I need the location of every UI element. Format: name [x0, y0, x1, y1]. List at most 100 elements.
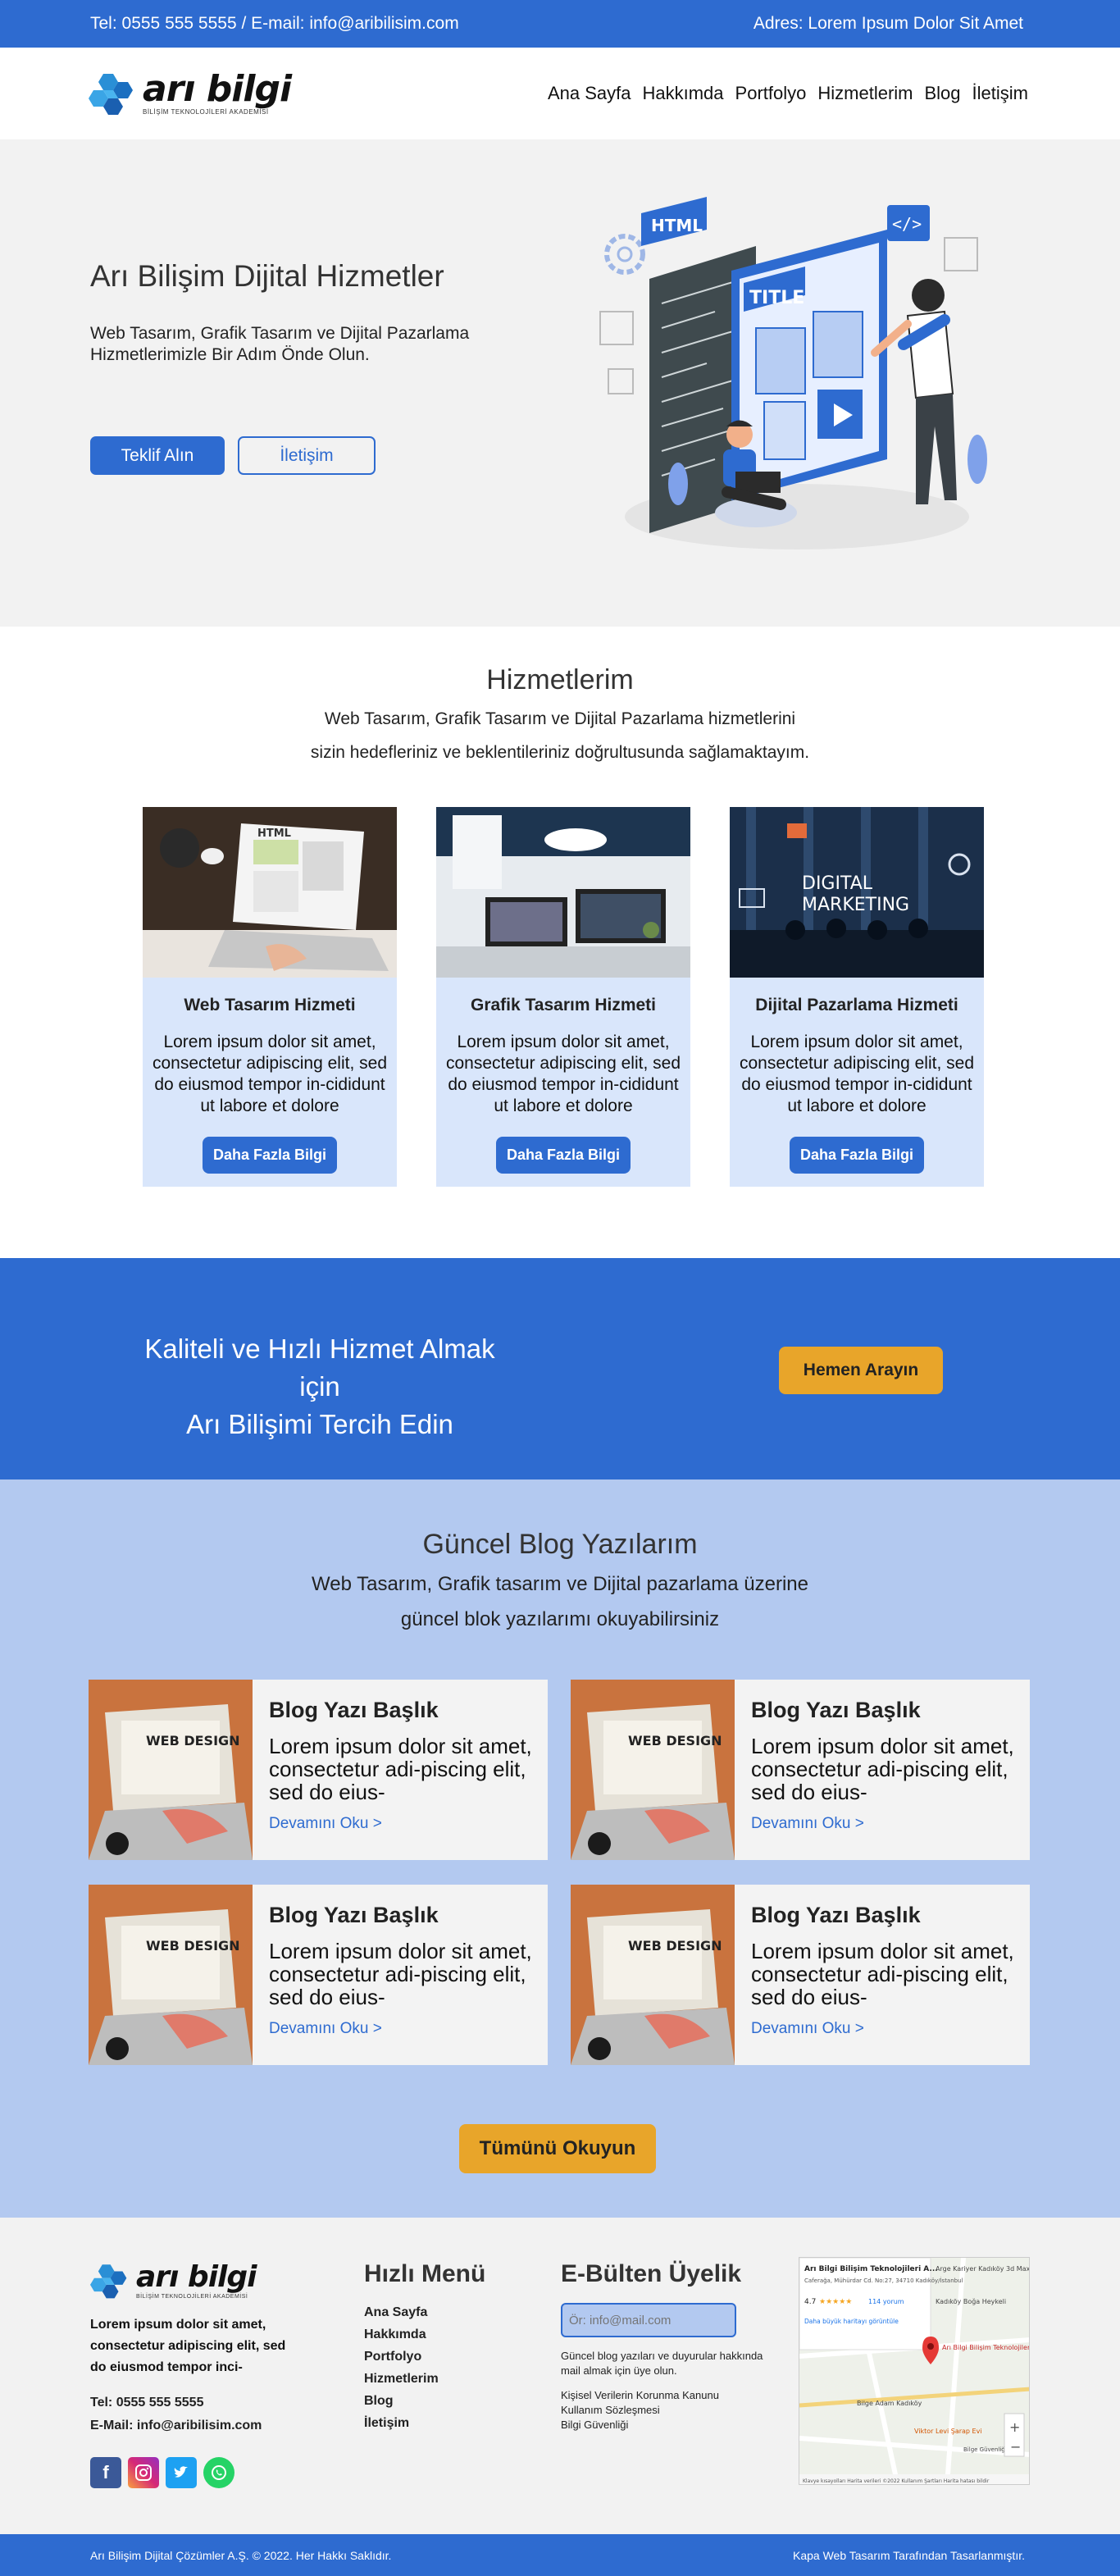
map-label: Bilge Güvenliği	[963, 2446, 1007, 2453]
blog-post-excerpt: Lorem ipsum dolor sit amet, consectetur …	[269, 1940, 532, 2008]
nav-hakkimda[interactable]: Hakkımda	[643, 83, 724, 104]
read-more-link[interactable]: Devamını Oku >	[751, 2020, 1017, 2038]
read-all-button[interactable]: Tümünü Okuyun	[459, 2124, 656, 2173]
blog-post-excerpt: Lorem ipsum dolor sit amet, consectetur …	[269, 1735, 532, 1803]
blog-post-image: WEB DESIGN	[571, 1885, 735, 2065]
post-image-label: WEB DESIGN	[146, 1733, 240, 1748]
quick-menu: Ana Sayfa Hakkımda Portfolyo Hizmetlerim…	[364, 2301, 485, 2434]
contact-button[interactable]: İletişim	[238, 436, 376, 475]
footer-logo[interactable]: arı bilgi BİLİŞİM TEKNOLOJİLERİ AKADEMİS…	[90, 2262, 303, 2300]
logo-name: arı bilgi	[143, 68, 292, 110]
post-image-label: WEB DESIGN	[628, 1938, 722, 1954]
service-description: Lorem ipsum dolor sit amet, consectetur …	[740, 1033, 974, 1115]
header: arı bilgi BİLİŞİM TEKNOLOJİLERİ AKADEMİS…	[0, 48, 1120, 139]
logo[interactable]: arı bilgi BİLİŞİM TEKNOLOJİLERİ AKADEMİS…	[89, 68, 292, 116]
logo-tagline: BİLİŞİM TEKNOLOJİLERİ AKADEMİSİ	[143, 108, 269, 116]
more-info-button[interactable]: Daha Fazla Bilgi	[790, 1137, 924, 1174]
blog-post-image: WEB DESIGN	[571, 1680, 735, 1860]
quick-menu-item[interactable]: Hakkımda	[364, 2323, 485, 2346]
services-title: Hizmetlerim	[486, 664, 634, 695]
marketing-photo-label-2: MARKETING	[802, 895, 909, 915]
service-description: Lorem ipsum dolor sit amet, consectetur …	[153, 1033, 387, 1115]
blog-subtitle-1: Web Tasarım, Grafik tasarım ve Dijital p…	[312, 1573, 808, 1595]
zoom-out-icon[interactable]: −	[1010, 2439, 1021, 2455]
newsletter-note: Güncel blog yazıları ve duyurular hakkın…	[561, 2350, 763, 2377]
legal-links: Kişisel Verilerin Korunma Kanunu Kullanı…	[561, 2388, 774, 2432]
blog-post-card[interactable]: WEB DESIGN Blog Yazı Başlık Lorem ipsum …	[89, 1885, 548, 2065]
legal-link[interactable]: Bilgi Güvenliği	[561, 2418, 774, 2432]
whatsapp-icon[interactable]	[203, 2457, 234, 2488]
quick-menu-item[interactable]: Portfolyo	[364, 2346, 485, 2368]
call-now-button[interactable]: Hemen Arayın	[779, 1347, 943, 1394]
copyright: Arı Bilişim Dijital Çözümler A.Ş. © 2022…	[90, 2548, 392, 2562]
designer-credit: Kapa Web Tasarım Tarafından Tasarlanmışt…	[792, 2548, 1025, 2562]
footer-logo-name: arı bilgi	[136, 2259, 257, 2294]
nav-hizmetlerim[interactable]: Hizmetlerim	[817, 83, 913, 104]
read-more-link[interactable]: Devamını Oku >	[269, 2020, 535, 2038]
zoom-in-icon[interactable]: +	[1009, 2419, 1020, 2435]
map-larger-link[interactable]: Daha büyük haritayı görüntüle	[804, 2318, 899, 2325]
newsletter-email-input[interactable]	[561, 2303, 736, 2337]
quick-menu-item[interactable]: İletişim	[364, 2412, 485, 2434]
map-label: Kadıköy Boğa Heykeli	[936, 2298, 1006, 2305]
map-label: Viktor Levi Şarap Evi	[914, 2428, 982, 2435]
top-bar: Tel: 0555 555 5555 / E-mail: info@aribil…	[0, 0, 1120, 48]
main-nav: Ana Sayfa Hakkımda Portfolyo Hizmetlerim…	[548, 83, 1028, 104]
title-label: TITLE	[749, 288, 804, 308]
facebook-icon[interactable]: f	[90, 2457, 121, 2488]
blog-title: Güncel Blog Yazılarım	[422, 1529, 698, 1560]
blog-post-title: Blog Yazı Başlık	[269, 1698, 439, 1722]
nav-iletisim[interactable]: İletişim	[972, 83, 1028, 104]
newsletter-title: E-Bülten Üyelik	[561, 2260, 742, 2287]
footer-logo-tagline: BİLİŞİM TEKNOLOJİLERİ AKADEMİSİ	[136, 2293, 248, 2300]
nav-portfolyo[interactable]: Portfolyo	[735, 83, 807, 104]
post-image-label: WEB DESIGN	[628, 1733, 722, 1748]
blog-post-image: WEB DESIGN	[89, 1885, 253, 2065]
quick-menu-item[interactable]: Blog	[364, 2390, 485, 2412]
blog-post-card[interactable]: WEB DESIGN Blog Yazı Başlık Lorem ipsum …	[571, 1885, 1030, 2065]
blog-post-excerpt: Lorem ipsum dolor sit amet, consectetur …	[751, 1940, 1014, 2008]
hero-description: Web Tasarım, Grafik Tasarım ve Dijital P…	[90, 324, 470, 364]
service-card-graphic: Grafik Tasarım Hizmeti Lorem ipsum dolor…	[436, 807, 690, 1187]
nav-ana-sayfa[interactable]: Ana Sayfa	[548, 83, 631, 104]
blog-subtitle-2: güncel blok yazılarımı okuyabilirsiniz	[400, 1608, 720, 1630]
blog-post-title: Blog Yazı Başlık	[269, 1903, 439, 1927]
cta-line-2: Arı Bilişimi Tercih Edin	[186, 1409, 453, 1439]
services-section: Hizmetlerim Web Tasarım, Grafik Tasarım …	[0, 627, 1120, 1258]
bee-logo-icon	[89, 74, 133, 115]
quote-button[interactable]: Teklif Alın	[90, 436, 225, 475]
hero-section: Arı Bilişim Dijital Hizmetler Web Tasarı…	[0, 139, 1120, 627]
blog-post-image: WEB DESIGN	[89, 1680, 253, 1860]
read-more-link[interactable]: Devamını Oku >	[269, 1815, 535, 1833]
location-map[interactable]: Arı Bilgi Bilişim Teknolojileri A... Caf…	[799, 2257, 1030, 2485]
legal-link[interactable]: Kişisel Verilerin Korunma Kanunu	[561, 2388, 774, 2403]
more-info-button[interactable]: Daha Fazla Bilgi	[496, 1137, 631, 1174]
map-stars: ★★★★★	[819, 2298, 852, 2306]
map-attribution: Klavye kısayolları Harita verileri ©2022…	[803, 2478, 990, 2484]
quick-menu-item[interactable]: Hizmetlerim	[364, 2368, 485, 2390]
service-title: Dijital Pazarlama Hizmeti	[755, 996, 958, 1014]
service-title: Grafik Tasarım Hizmeti	[470, 996, 657, 1014]
more-info-button[interactable]: Daha Fazla Bilgi	[203, 1137, 337, 1174]
blog-post-card[interactable]: WEB DESIGN Blog Yazı Başlık Lorem ipsum …	[89, 1680, 548, 1860]
legal-link[interactable]: Kullanım Sözleşmesi	[561, 2403, 774, 2418]
map-rating: 4.7	[804, 2298, 816, 2306]
digital-marketing-photo: DIGITAL MARKETING	[730, 807, 984, 978]
map-label: Arge Kariyer Kadıköy 3d Max Kursu | İsta…	[936, 2264, 1030, 2273]
map-reviews[interactable]: 114 yorum	[868, 2298, 904, 2305]
blog-section: Güncel Blog Yazılarım Web Tasarım, Grafi…	[0, 1479, 1120, 2218]
nav-blog[interactable]: Blog	[925, 83, 961, 104]
social-links: f	[90, 2457, 303, 2488]
blog-post-card[interactable]: WEB DESIGN Blog Yazı Başlık Lorem ipsum …	[571, 1680, 1030, 1860]
bee-logo-icon	[90, 2264, 127, 2299]
map-place-name: Arı Bilgi Bilişim Teknolojileri A...	[804, 2265, 938, 2273]
footer-phone: Tel: 0555 555 5555	[90, 2396, 204, 2410]
quick-menu-item[interactable]: Ana Sayfa	[364, 2301, 485, 2323]
web-photo-label: HTML	[257, 828, 291, 840]
instagram-icon[interactable]	[128, 2457, 159, 2488]
service-description: Lorem ipsum dolor sit amet, consectetur …	[446, 1033, 681, 1115]
read-more-link[interactable]: Devamını Oku >	[751, 1815, 1017, 1833]
services-subtitle-1: Web Tasarım, Grafik Tasarım ve Dijital P…	[324, 709, 796, 728]
top-contact: Tel: 0555 555 5555 / E-mail: info@aribil…	[90, 14, 459, 33]
twitter-icon[interactable]	[166, 2457, 197, 2488]
